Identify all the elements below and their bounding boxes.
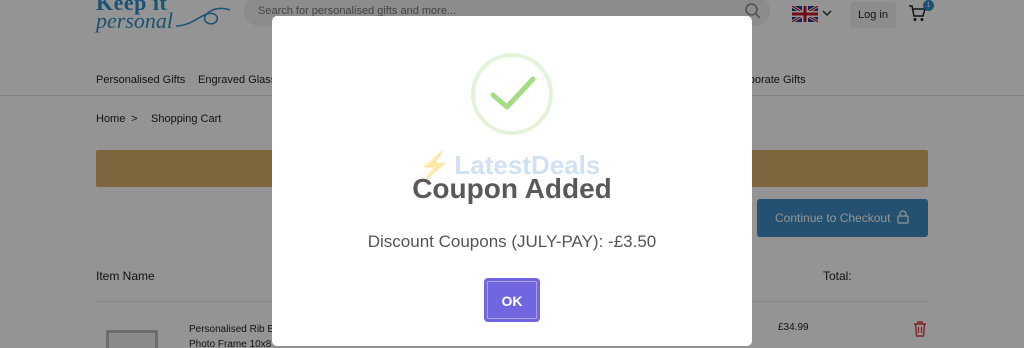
checkmark-icon	[490, 76, 536, 110]
ok-button[interactable]: OK	[484, 278, 540, 322]
success-icon	[471, 53, 553, 135]
ok-label: OK	[501, 293, 523, 309]
dialog-message: Discount Coupons (JULY-PAY): -£3.50	[367, 232, 657, 251]
coupon-dialog: ⚡ LatestDeals Coupon Added Discount Coupo…	[272, 16, 752, 346]
dialog-title: Coupon Added	[412, 173, 612, 204]
